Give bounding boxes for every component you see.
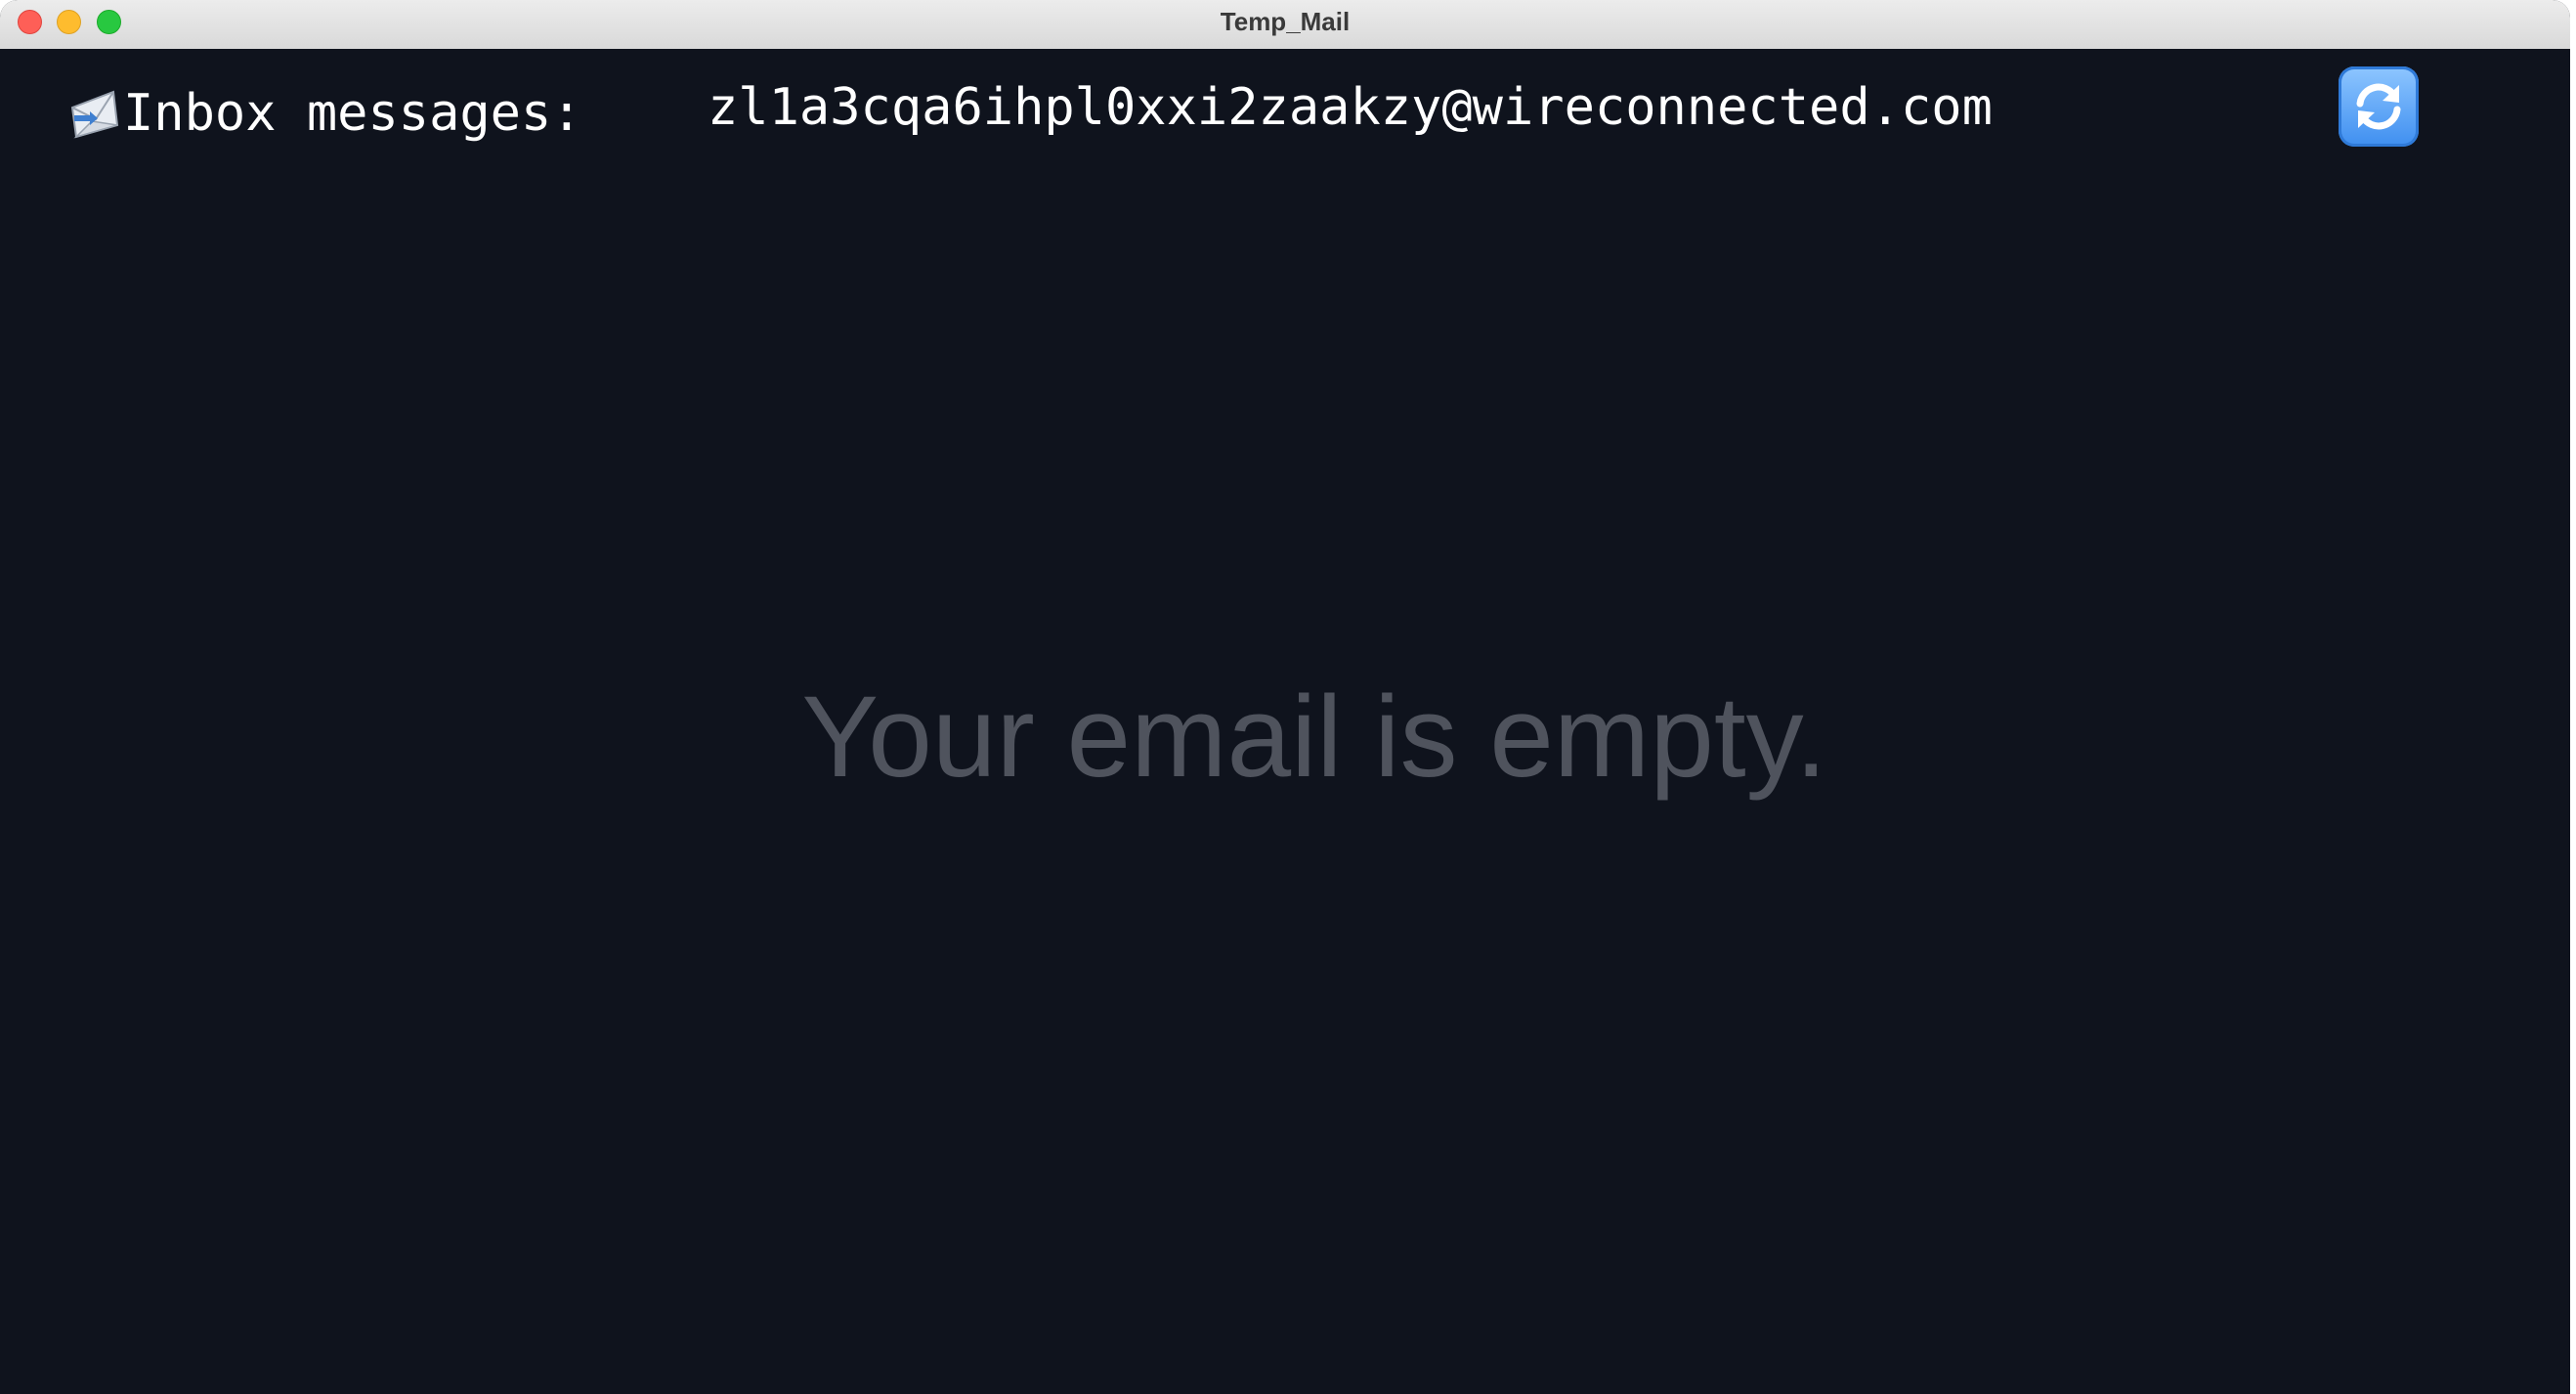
desktop-edge [2570,0,2576,1394]
title-bar[interactable]: Temp_Mail [0,0,2570,50]
empty-inbox-message: Your email is empty. [801,673,1827,802]
refresh-button[interactable] [2339,66,2419,147]
refresh-icon [2356,83,2401,130]
window-title: Temp_Mail [1220,7,1351,36]
email-address[interactable]: zl1a3cqa6ihpl0xxi2zaakzy@wireconnected.c… [708,78,1993,137]
inbox-label: Inbox messages: [123,84,582,143]
app-window: Temp_Mail Inbox messages: zl1a3cqa6ihpl0… [0,0,2570,1394]
inbox-view: Inbox messages: zl1a3cqa6ihpl0xxi2zaakzy… [0,49,2570,1394]
incoming-envelope-icon [70,90,119,139]
inbox-header: Inbox messages: [68,84,582,143]
